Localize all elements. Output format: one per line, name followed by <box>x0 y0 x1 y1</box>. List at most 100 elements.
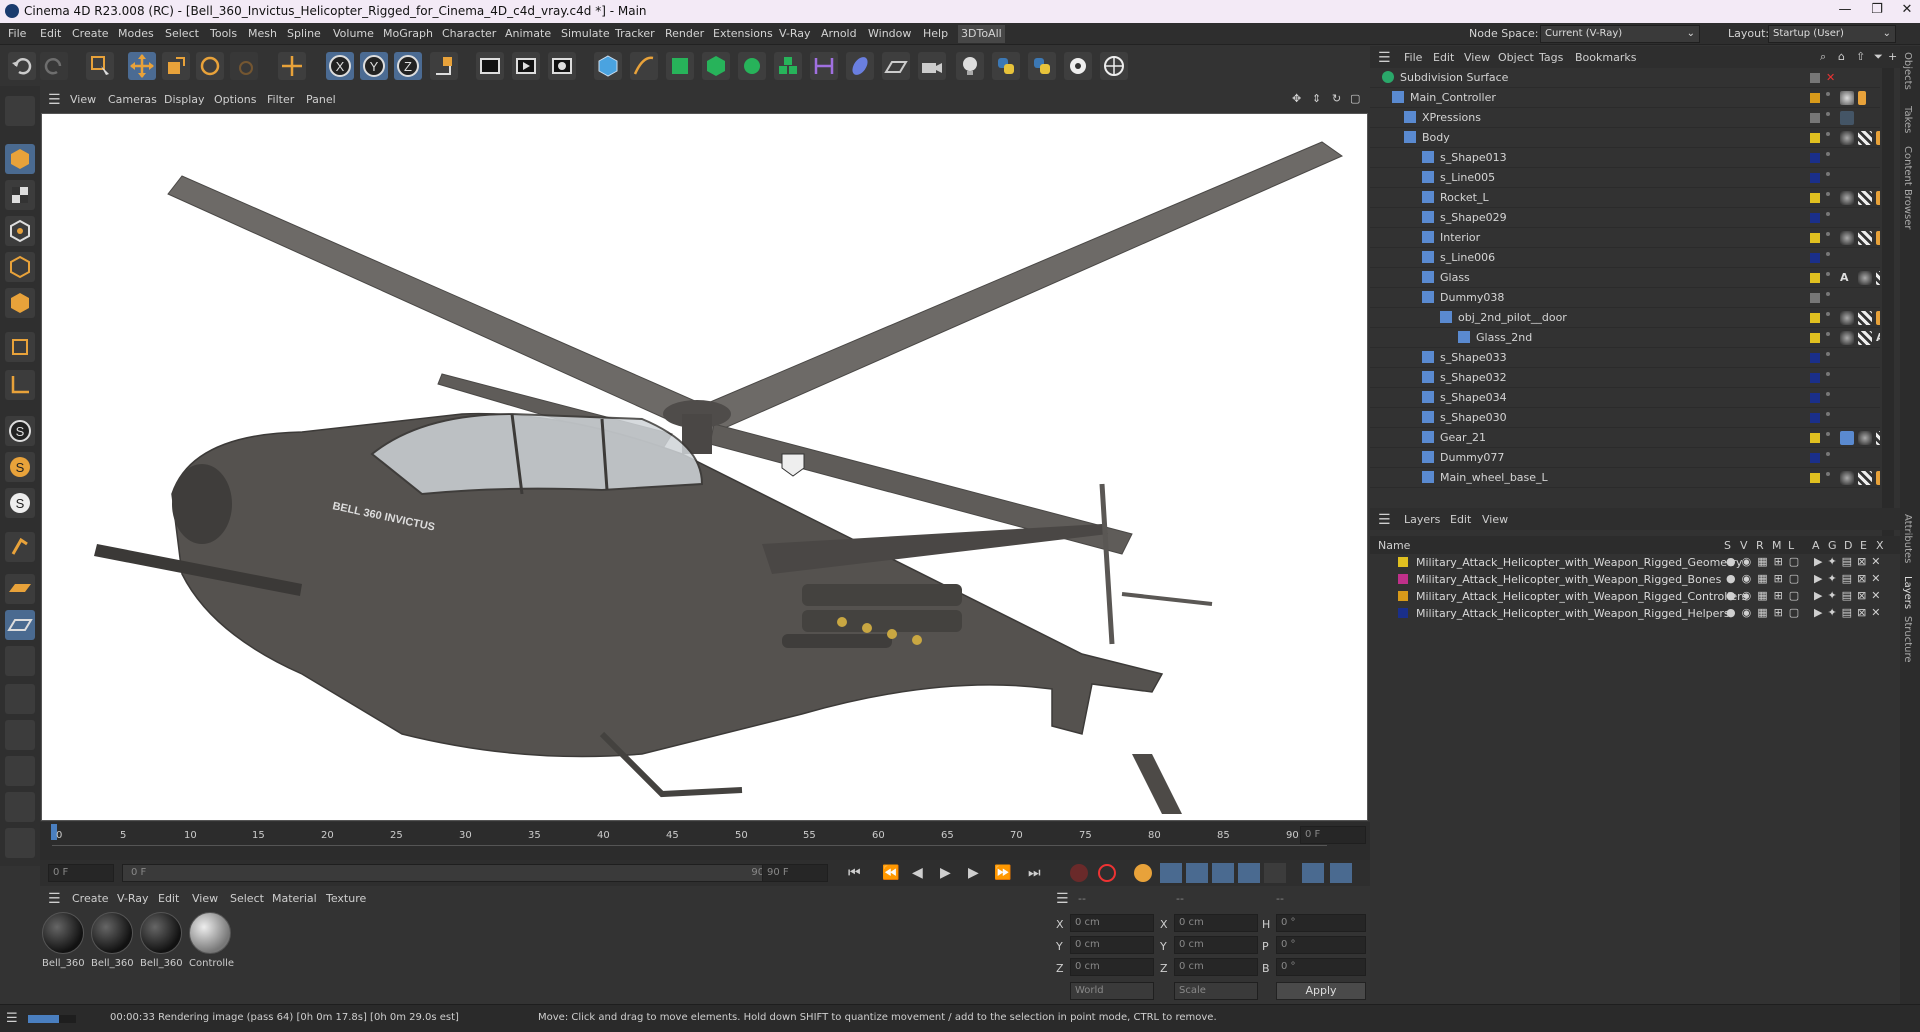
viewport-menu-panel[interactable]: Panel <box>306 93 336 106</box>
layer-color-swatch[interactable] <box>1810 133 1820 143</box>
z-axis-icon[interactable]: Z <box>394 52 422 80</box>
layout-dropdown[interactable]: Startup (User) ⌄ <box>1768 25 1896 43</box>
scale-tool-icon[interactable] <box>162 52 190 80</box>
rotation-p-field[interactable]: 0 ° <box>1276 936 1366 954</box>
menu-volume[interactable]: Volume <box>333 27 374 40</box>
size-z-field[interactable]: 0 cm <box>1174 958 1258 976</box>
object-menu-edit[interactable]: Edit <box>1433 51 1454 64</box>
key-parameter-icon[interactable] <box>1238 863 1260 883</box>
menu-tracker[interactable]: Tracker <box>615 27 655 40</box>
object-row[interactable]: XPressions <box>1370 108 1880 128</box>
maximize-view-icon[interactable]: ▢ <box>1350 92 1360 105</box>
object-row[interactable]: obj_2nd_pilot__door <box>1370 308 1880 328</box>
texture-tag-icon[interactable] <box>1858 471 1872 485</box>
field-icon[interactable] <box>846 52 874 80</box>
home-icon[interactable]: ⌂ <box>1838 50 1845 63</box>
quantize-icon[interactable]: S <box>5 488 35 518</box>
layer-color-swatch[interactable] <box>1810 153 1820 163</box>
object-row[interactable]: Interior <box>1370 228 1880 248</box>
paint-tool-icon[interactable] <box>5 792 35 822</box>
viewport-menu-options[interactable]: Options <box>214 93 256 106</box>
subdivision-icon[interactable] <box>666 52 694 80</box>
texture-tag-icon[interactable] <box>1858 131 1872 145</box>
goto-end-icon[interactable]: ⏭ <box>1028 865 1041 881</box>
object-row[interactable]: Gear_21 <box>1370 428 1880 448</box>
weld-tool-icon[interactable] <box>5 828 35 858</box>
prev-key-icon[interactable]: ⏪ <box>882 865 899 881</box>
editor-visibility-dot[interactable] <box>1826 332 1830 336</box>
move-tool-icon[interactable] <box>128 52 156 80</box>
record-icon[interactable] <box>1070 864 1088 882</box>
menu-window[interactable]: Window <box>868 27 911 40</box>
material-menu-create[interactable]: Create <box>72 892 109 905</box>
menu-3dtoall[interactable]: 3DToAll <box>958 25 1005 43</box>
start-frame-field[interactable]: 0 F <box>48 864 114 882</box>
close-button[interactable]: ✕ <box>1892 2 1920 17</box>
hamburger-icon[interactable]: ☰ <box>1378 512 1391 528</box>
layer-animation-toggles[interactable]: ▶✦▤⊠✕ <box>1814 606 1886 619</box>
menu-vray[interactable]: V-Ray <box>779 27 811 40</box>
object-scrollbar[interactable] <box>1882 68 1894 548</box>
editor-visibility-dot[interactable] <box>1826 112 1830 116</box>
object-tree[interactable]: Subdivision Surface ✕ Main_Controller XP… <box>1370 68 1880 408</box>
material-swatch[interactable] <box>91 912 133 954</box>
menu-tools[interactable]: Tools <box>210 27 237 40</box>
layer-row[interactable]: Military_Attack_Helicopter_with_Weapon_R… <box>1370 554 1881 571</box>
layer-row[interactable]: Military_Attack_Helicopter_with_Weapon_R… <box>1370 588 1881 605</box>
axis-mode-icon[interactable] <box>5 370 35 400</box>
editor-visibility-dot[interactable] <box>1826 192 1830 196</box>
size-y-field[interactable]: 0 cm <box>1174 936 1258 954</box>
menu-character[interactable]: Character <box>442 27 496 40</box>
cube-icon[interactable] <box>594 52 622 80</box>
viewport[interactable]: BELL 360 INVICTUS <box>41 113 1368 821</box>
layer-animation-toggles[interactable]: ▶✦▤⊠✕ <box>1814 572 1886 585</box>
side-tab-attributes[interactable]: Attributes <box>1902 514 1913 563</box>
object-row[interactable]: s_Shape013 <box>1370 148 1880 168</box>
redo-button[interactable] <box>40 52 68 80</box>
object-row[interactable]: s_Shape033 <box>1370 348 1880 368</box>
side-tab-objects[interactable]: Objects <box>1902 52 1913 90</box>
size-x-field[interactable]: 0 cm <box>1174 914 1258 932</box>
editor-visibility-dot[interactable] <box>1826 292 1830 296</box>
position-x-field[interactable]: 0 cm <box>1070 914 1154 932</box>
end-frame-field[interactable]: 90 F <box>762 864 828 882</box>
snap-icon[interactable]: S <box>5 416 35 446</box>
material-tag-icon[interactable] <box>1840 471 1854 485</box>
material-swatch[interactable] <box>140 912 182 954</box>
object-row[interactable]: Main_Controller <box>1370 88 1880 108</box>
object-row[interactable]: Glass_2nd A <box>1370 328 1880 348</box>
text-tag-icon[interactable]: A <box>1840 271 1854 285</box>
layer-color-swatch[interactable] <box>1810 373 1820 383</box>
texture-tag-icon[interactable] <box>1858 311 1872 325</box>
menu-animate[interactable]: Animate <box>505 27 551 40</box>
layers-menu-view[interactable]: View <box>1482 513 1508 526</box>
layer-toggles[interactable]: ●◉▦⊞▢ <box>1726 589 1805 602</box>
material-menu-view[interactable]: View <box>192 892 218 905</box>
menu-select[interactable]: Select <box>165 27 199 40</box>
python-icon[interactable] <box>992 52 1020 80</box>
workplane-icon[interactable] <box>5 532 35 562</box>
menu-simulate[interactable]: Simulate <box>561 27 610 40</box>
object-row[interactable]: s_Line005 <box>1370 168 1880 188</box>
editor-visibility-dot[interactable] <box>1826 132 1830 136</box>
layer-color-swatch[interactable] <box>1810 433 1820 443</box>
object-row[interactable]: Main_wheel_base_L <box>1370 468 1880 488</box>
layer-color-swatch[interactable] <box>1810 113 1820 123</box>
render-region-icon[interactable] <box>476 52 504 80</box>
play-icon[interactable]: ▶ <box>940 865 951 881</box>
editor-visibility-dot[interactable] <box>1826 432 1830 436</box>
texture-mode-icon[interactable] <box>5 180 35 210</box>
material-menu-select[interactable]: Select <box>230 892 264 905</box>
cloner-icon[interactable] <box>738 52 766 80</box>
editor-visibility-dot[interactable] <box>1826 92 1830 96</box>
globe-icon[interactable] <box>1100 52 1128 80</box>
object-row[interactable]: s_Line006 <box>1370 248 1880 268</box>
material-tag-icon[interactable] <box>1840 331 1854 345</box>
layer-color-swatch[interactable] <box>1810 173 1820 183</box>
object-row[interactable]: Rocket_L <box>1370 188 1880 208</box>
deformer-icon[interactable] <box>810 52 838 80</box>
viewport-menu-view[interactable]: View <box>70 93 96 106</box>
uv-mode-icon[interactable] <box>5 332 35 362</box>
mograph-icon[interactable] <box>774 52 802 80</box>
polygons-mode-icon[interactable] <box>5 288 35 318</box>
